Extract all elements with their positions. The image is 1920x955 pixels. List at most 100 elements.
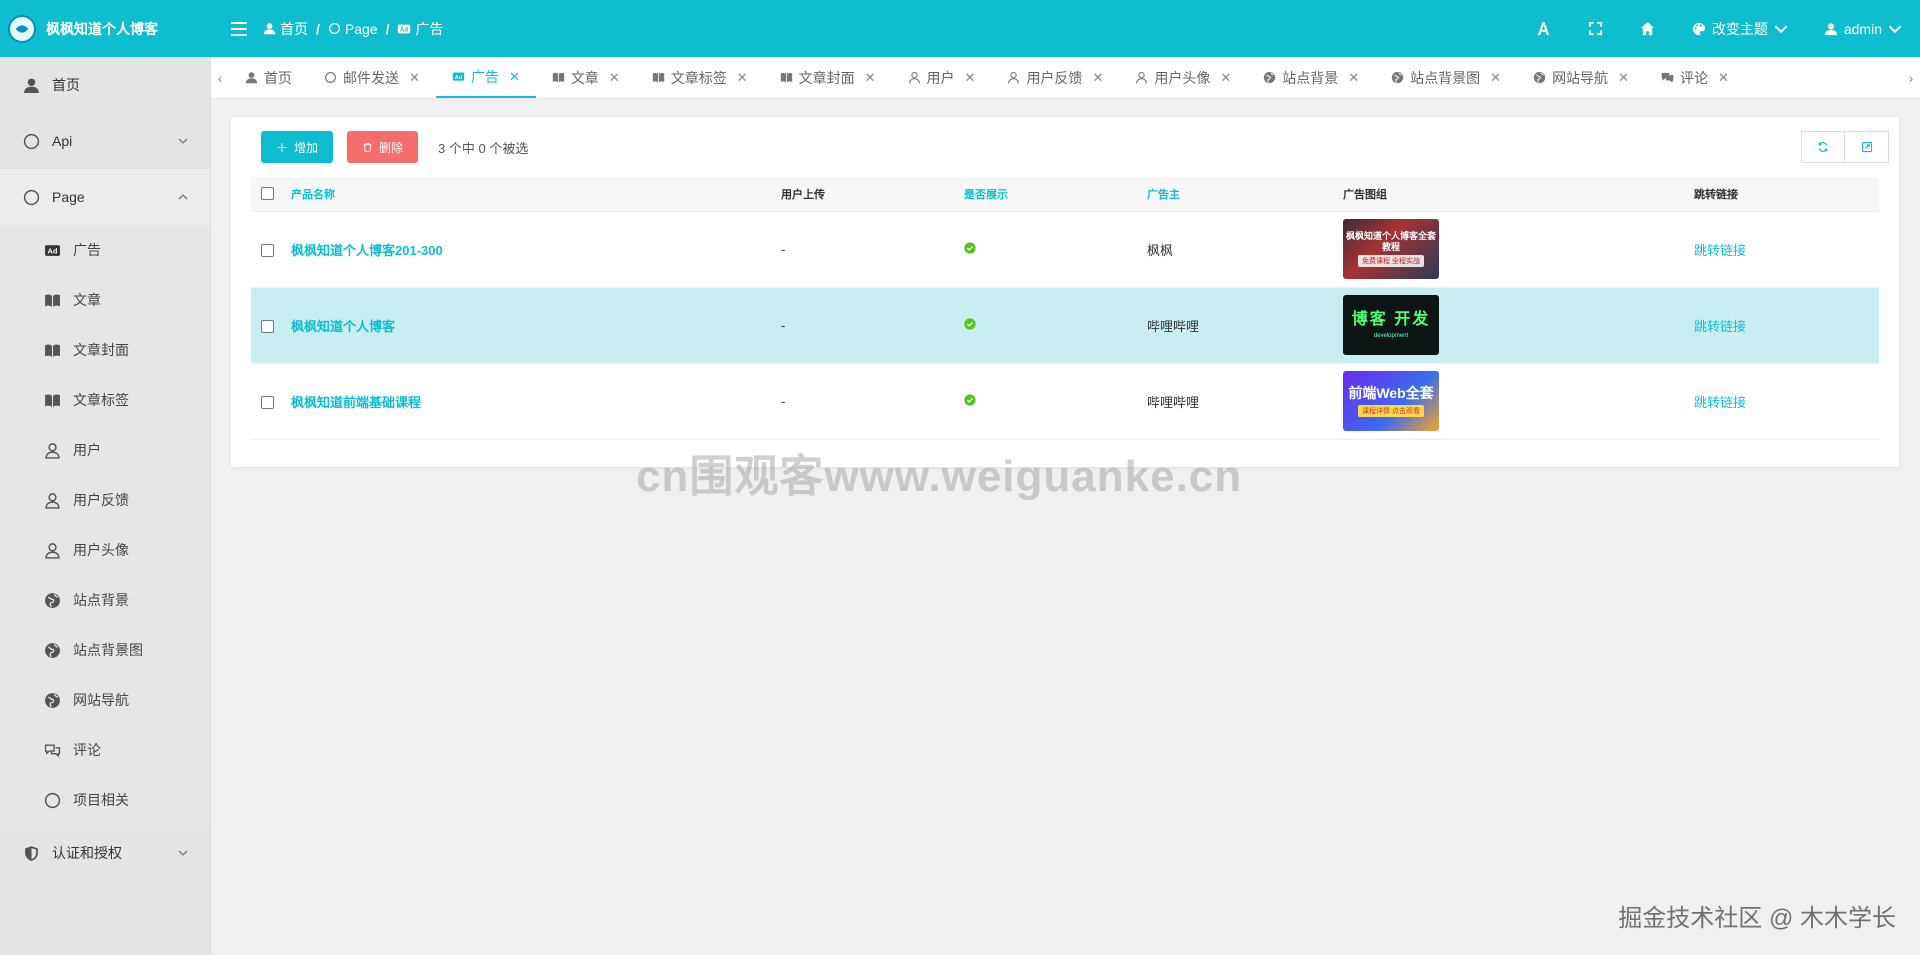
sidebar-item-article-cover[interactable]: 文章封面 [0, 325, 210, 375]
ad-advertiser: 哔哩哔哩 [1147, 318, 1200, 334]
ad-images-cell: 枫枫知道个人博客全套教程 免费课程 全程实战 [1333, 211, 1684, 287]
ad-jump-link[interactable]: 跳转链接 [1684, 287, 1879, 363]
breadcrumb-home[interactable]: 首页 [263, 19, 308, 39]
add-button[interactable]: ＋ 增加 [261, 131, 334, 163]
ad-jump-link[interactable]: 跳转链接 [1684, 211, 1879, 287]
row-checkbox[interactable] [261, 243, 274, 257]
tab-close-icon[interactable]: ✕ [1618, 70, 1629, 86]
ad-name[interactable]: 枫枫知道前端基础课程 [281, 363, 771, 439]
column-header-images: 广告图组 [1343, 188, 1387, 201]
row-select-cell [251, 363, 281, 439]
sidebar-item-site-nav[interactable]: 网站导航 [0, 675, 210, 725]
user-outline-icon [1008, 71, 1020, 84]
breadcrumb-current: Ad 广告 [397, 19, 443, 39]
tab-close-icon[interactable]: ✕ [1718, 70, 1729, 86]
theme-switch-button[interactable]: 改变主题 [1674, 0, 1806, 57]
sidebar-item-article-tags[interactable]: 文章标签 [0, 375, 210, 425]
sidebar-item-comments[interactable]: 评论 [0, 725, 210, 775]
tab-close-icon[interactable]: ✕ [737, 70, 748, 86]
sidebar-item-user-feedback[interactable]: 用户反馈 [0, 475, 210, 525]
tab-ad[interactable]: Ad 广告 ✕ [435, 57, 536, 98]
ad-name[interactable]: 枫枫知道个人博客201-300 [281, 211, 771, 287]
sidebar-item-article[interactable]: 文章 [0, 275, 210, 325]
column-header-advertiser[interactable]: 广告主 [1137, 177, 1333, 211]
table-row[interactable]: 枫枫知道个人博客201-300 - 枫枫 枫枫知道个人博客全套教程 免费课程 全… [251, 211, 1879, 287]
globe-icon [1533, 71, 1546, 84]
tab-close-icon[interactable]: ✕ [1220, 70, 1231, 86]
sidebar-item-site-background-image[interactable]: 站点背景图 [0, 625, 210, 675]
column-header-shown[interactable]: 是否展示 [954, 177, 1137, 211]
sidebar-item-projects[interactable]: 项目相关 [0, 775, 210, 825]
ad-image-thumbnail[interactable]: 博客 开发 development [1343, 295, 1439, 355]
sidebar-item-home[interactable]: 首页 [0, 57, 210, 113]
tab-users[interactable]: 用户 ✕ [892, 57, 992, 98]
sidebar-item-site-background[interactable]: 站点背景 [0, 575, 210, 625]
tab-article-cover[interactable]: 文章封面 ✕ [764, 57, 892, 98]
brand[interactable]: 枫枫知道个人博客 [0, 0, 211, 57]
tab-comments[interactable]: 评论 ✕ [1645, 57, 1745, 98]
select-all-checkbox[interactable] [261, 187, 274, 201]
tab-close-icon[interactable]: ✕ [509, 69, 520, 85]
book-icon [43, 391, 61, 409]
breadcrumb-page[interactable]: Page [328, 21, 378, 37]
tabs-scroll-left-icon[interactable]: ‹ [211, 57, 229, 98]
watermark-center: cn围观客www.weiguanke.cn [636, 452, 1243, 501]
export-button[interactable] [1845, 131, 1889, 163]
tab-close-icon[interactable]: ✕ [865, 70, 876, 86]
ad-image-thumbnail[interactable]: 枫枫知道个人博客全套教程 免费课程 全程实战 [1343, 219, 1439, 279]
sidebar-item-users[interactable]: 用户 [0, 425, 210, 475]
globe-icon [43, 591, 61, 609]
ad-shown-cell [954, 363, 1137, 439]
tab-site-nav[interactable]: 网站导航 ✕ [1517, 57, 1645, 98]
column-header-name[interactable]: 产品名称 [281, 177, 771, 211]
chevron-down-icon [178, 138, 188, 144]
user-outline-icon [43, 491, 61, 509]
ad-uploaded: - [781, 241, 786, 257]
sidebar-group-page: Page Ad 广告 文章 文章封面 文章标签 用户 用户反馈 用户头像 站点背… [0, 169, 210, 825]
select-all-cell [251, 177, 281, 211]
refresh-button[interactable] [1801, 131, 1845, 163]
table-row[interactable]: 枫枫知道个人博客 - 哔哩哔哩 博客 开发 development 跳转链接 [251, 287, 1879, 363]
user-outline-icon [43, 541, 61, 559]
menu-toggle-icon[interactable] [231, 21, 247, 36]
tab-close-icon[interactable]: ✕ [1348, 70, 1359, 86]
tab-site-background[interactable]: 站点背景 ✕ [1247, 57, 1375, 98]
user-menu-button[interactable]: admin [1806, 0, 1920, 57]
table-row[interactable]: 枫枫知道前端基础课程 - 哔哩哔哩 前端Web全套 课程详情 点击观看 跳转链接 [251, 363, 1879, 439]
tab-close-icon[interactable]: ✕ [409, 70, 420, 86]
row-checkbox[interactable] [261, 395, 274, 409]
tab-close-icon[interactable]: ✕ [609, 70, 620, 86]
row-select-cell [251, 211, 281, 287]
ad-name[interactable]: 枫枫知道个人博客 [281, 287, 771, 363]
tab-article-tags[interactable]: 文章标签 ✕ [636, 57, 764, 98]
tab-user-feedback[interactable]: 用户反馈 ✕ [991, 57, 1119, 98]
sidebar-item-api[interactable]: Api [0, 113, 210, 169]
tab-close-icon[interactable]: ✕ [1092, 70, 1103, 86]
sidebar: 首页 Api Page Ad 广告 文章 文章封面 文章标签 用户 用户反馈 用… [0, 57, 211, 955]
tab-email[interactable]: 邮件发送 ✕ [308, 57, 436, 98]
top-header: 枫枫知道个人博客 首页 / Page / Ad 广告 改变主题 admin [0, 0, 1920, 57]
tab-site-background-image[interactable]: 站点背景图 ✕ [1375, 57, 1517, 98]
tab-article[interactable]: 文章 ✕ [536, 57, 636, 98]
ad-jump-link[interactable]: 跳转链接 [1684, 363, 1879, 439]
fullscreen-icon[interactable] [1570, 0, 1622, 57]
sidebar-item-auth[interactable]: 认证和授权 [0, 825, 210, 881]
export-icon [1861, 141, 1872, 153]
tabs-bar: ‹ 首页 邮件发送 ✕ Ad 广告 ✕ 文章 ✕ 文章标签 ✕ 文章封面 ✕ 用… [211, 57, 1920, 99]
tab-close-icon[interactable]: ✕ [1490, 70, 1501, 86]
sidebar-item-page[interactable]: Page [0, 169, 210, 225]
delete-button[interactable]: 删除 [347, 131, 419, 163]
tab-home[interactable]: 首页 [229, 57, 308, 98]
svg-text:Ad: Ad [455, 75, 463, 81]
row-checkbox[interactable] [261, 319, 274, 333]
sidebar-item-ad[interactable]: Ad 广告 [0, 225, 210, 275]
home-icon[interactable] [1622, 0, 1674, 57]
font-size-icon[interactable] [1518, 0, 1570, 57]
ad-images-cell: 博客 开发 development [1333, 287, 1684, 363]
tabs-scroll-right-icon[interactable]: › [1902, 57, 1920, 98]
tab-user-avatar[interactable]: 用户头像 ✕ [1119, 57, 1247, 98]
tab-close-icon[interactable]: ✕ [965, 70, 976, 86]
sidebar-item-user-avatar[interactable]: 用户头像 [0, 525, 210, 575]
column-header-uploaded[interactable]: 用户上传 [771, 177, 954, 211]
ad-image-thumbnail[interactable]: 前端Web全套 课程详情 点击观看 [1343, 371, 1439, 431]
